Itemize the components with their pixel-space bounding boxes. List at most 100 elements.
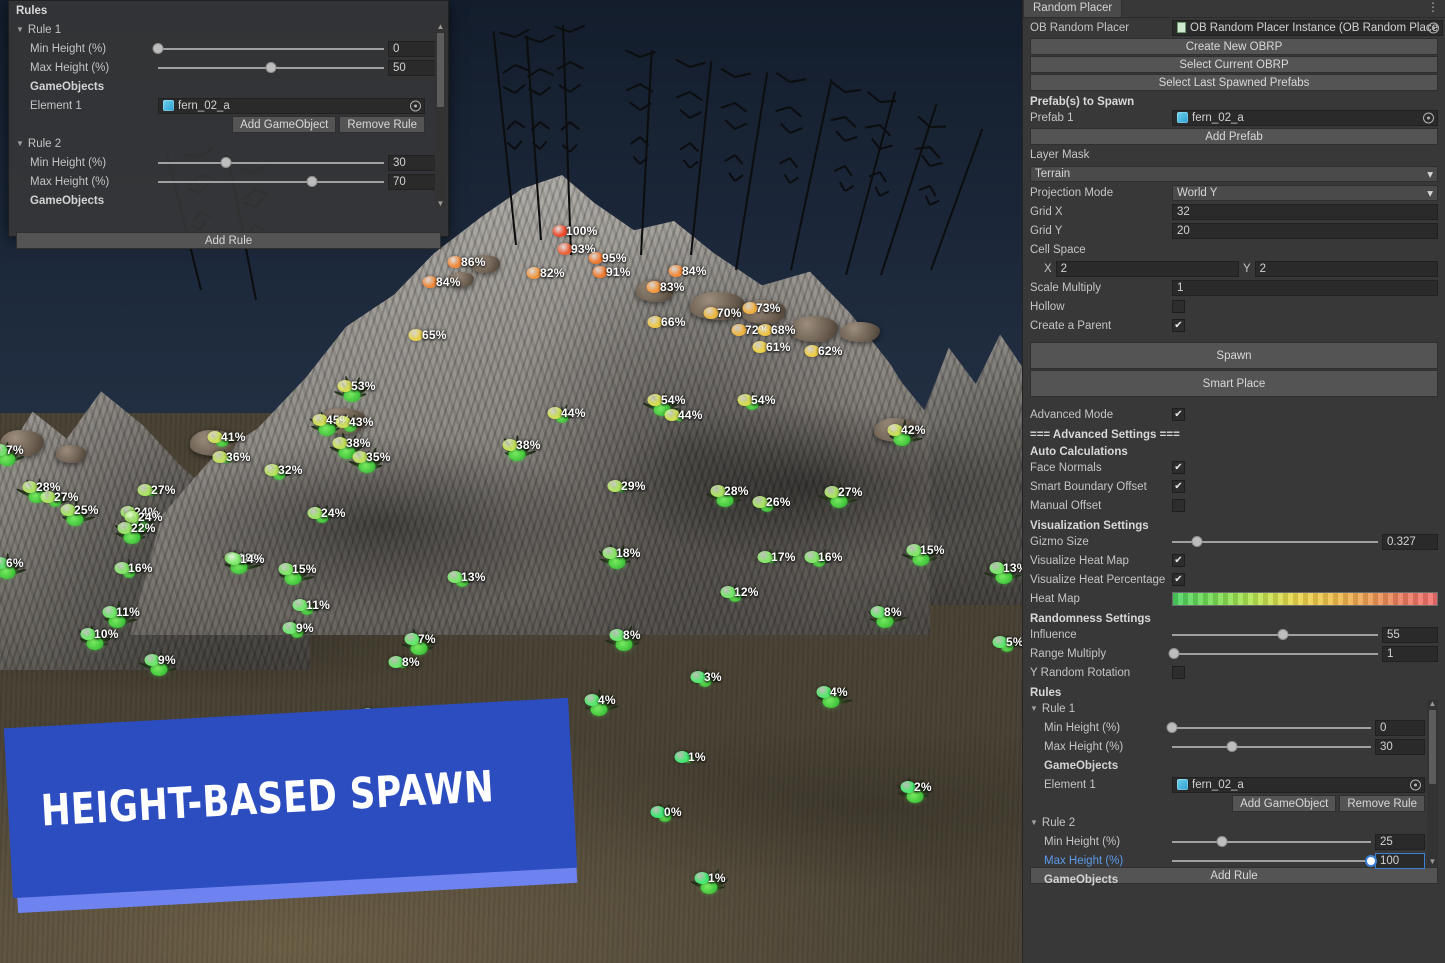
- prefab-1-row[interactable]: Prefab 1 fern_02_a: [1030, 108, 1438, 127]
- create-parent-checkbox[interactable]: ✔: [1172, 319, 1185, 332]
- create-new-obrp-button[interactable]: Create New OBRP: [1030, 38, 1438, 55]
- visualize-heat-percentage-checkbox[interactable]: ✔: [1172, 573, 1185, 586]
- float-rule-1-min-value[interactable]: 0: [388, 41, 441, 57]
- object-picker-icon[interactable]: [1423, 112, 1434, 123]
- scroll-up-arrow[interactable]: ▲: [437, 22, 445, 31]
- float-rule-2-max-slider[interactable]: [158, 174, 384, 190]
- manual-offset-row[interactable]: Manual Offset: [1030, 496, 1438, 515]
- grid-y-input[interactable]: 20: [1172, 223, 1438, 239]
- float-rule-1-element-field[interactable]: fern_02_a: [158, 98, 425, 114]
- ins-rule-2-max-slider[interactable]: [1172, 853, 1371, 869]
- layer-mask-dropdown[interactable]: Terrain ▾: [1030, 166, 1438, 182]
- visualize-heat-map-row[interactable]: Visualize Heat Map ✔: [1030, 551, 1438, 570]
- chevron-down-icon[interactable]: ▼: [16, 139, 24, 148]
- inspector-rules-scrollbar[interactable]: ▲ ▼: [1427, 699, 1438, 866]
- create-parent-row[interactable]: Create a Parent ✔: [1030, 316, 1438, 335]
- select-current-obrp-button[interactable]: Select Current OBRP: [1030, 56, 1438, 73]
- scrollbar-thumb[interactable]: [437, 33, 444, 107]
- add-prefab-button[interactable]: Add Prefab: [1030, 128, 1438, 145]
- float-rule-1-max-slider[interactable]: [158, 60, 384, 76]
- ins-add-gameobject-button[interactable]: Add GameObject: [1232, 795, 1336, 812]
- manual-offset-checkbox[interactable]: [1172, 499, 1185, 512]
- float-rule-1-min-slider[interactable]: [158, 41, 384, 57]
- ins-remove-rule-button[interactable]: Remove Rule: [1339, 795, 1425, 812]
- cell-space-row[interactable]: X 2 Y 2: [1030, 259, 1438, 278]
- hollow-checkbox[interactable]: [1172, 300, 1185, 313]
- float-rule-2-max-value[interactable]: 70: [388, 174, 441, 190]
- cell-space-x-input[interactable]: 2: [1056, 261, 1239, 277]
- ins-rule-1-min-slider[interactable]: [1172, 720, 1371, 736]
- prefab-1-field[interactable]: fern_02_a: [1172, 110, 1438, 126]
- scroll-down-arrow[interactable]: ▼: [437, 199, 445, 208]
- ins-rule-1-max-height-row[interactable]: Max Height (%) 30: [1030, 737, 1438, 756]
- range-multiply-row[interactable]: Range Multiply 1: [1030, 644, 1438, 663]
- chevron-down-icon[interactable]: ▼: [1030, 818, 1038, 827]
- influence-value[interactable]: 55: [1382, 627, 1438, 643]
- float-rule-1-max-value[interactable]: 50: [388, 60, 441, 76]
- slider-knob[interactable]: [1167, 722, 1178, 733]
- ins-rule-2-min-height-row[interactable]: Min Height (%) 25: [1030, 832, 1438, 851]
- smart-place-button[interactable]: Smart Place: [1030, 370, 1438, 397]
- heat-map-gradient[interactable]: [1172, 592, 1438, 606]
- slider-knob[interactable]: [306, 176, 317, 187]
- floating-rules-panel[interactable]: Rules ▲ ▼ ▼ Rule 1 Min Height (%): [8, 0, 449, 237]
- slider-knob[interactable]: [266, 62, 277, 73]
- range-multiply-slider[interactable]: [1172, 646, 1378, 662]
- float-rule-1-min-height-row[interactable]: Min Height (%) 0: [16, 39, 441, 58]
- slider-knob[interactable]: [1226, 741, 1237, 752]
- rules-scrollbar[interactable]: ▲ ▼: [435, 22, 446, 208]
- grid-y-row[interactable]: Grid Y 20: [1030, 221, 1438, 240]
- float-rule-2-foldout[interactable]: ▼ Rule 2: [16, 134, 441, 153]
- slider-knob[interactable]: [1191, 536, 1202, 547]
- grid-x-input[interactable]: 32: [1172, 204, 1438, 220]
- slider-knob[interactable]: [220, 157, 231, 168]
- projection-mode-dropdown[interactable]: World Y ▾: [1172, 185, 1438, 201]
- slider-knob[interactable]: [1278, 629, 1289, 640]
- ins-rule-1-min-value[interactable]: 0: [1375, 720, 1425, 736]
- visualize-heat-map-checkbox[interactable]: ✔: [1172, 554, 1185, 567]
- object-picker-icon[interactable]: [1410, 779, 1421, 790]
- float-rule-2-min-slider[interactable]: [158, 155, 384, 171]
- float-rule-2-min-value[interactable]: 30: [388, 155, 441, 171]
- inspector-panel[interactable]: Random Placer ⋮ OB Random Placer OB Rand…: [1022, 0, 1445, 963]
- gizmo-size-row[interactable]: Gizmo Size 0.327: [1030, 532, 1438, 551]
- gizmo-size-value[interactable]: 0.327: [1382, 534, 1438, 550]
- ins-rule-2-max-height-row[interactable]: Max Height (%) 100: [1030, 851, 1438, 870]
- advanced-mode-row[interactable]: Advanced Mode ✔: [1030, 405, 1438, 424]
- advanced-mode-checkbox[interactable]: ✔: [1172, 408, 1185, 421]
- smart-boundary-offset-checkbox[interactable]: ✔: [1172, 480, 1185, 493]
- spawn-button[interactable]: Spawn: [1030, 342, 1438, 369]
- slider-knob[interactable]: [1365, 855, 1377, 867]
- scroll-down-arrow[interactable]: ▼: [1429, 857, 1437, 866]
- ins-rule-2-min-slider[interactable]: [1172, 834, 1371, 850]
- ins-rule-1-element-row[interactable]: Element 1 fern_02_a: [1030, 775, 1438, 794]
- cell-space-y-input[interactable]: 2: [1255, 261, 1438, 277]
- face-normals-row[interactable]: Face Normals ✔: [1030, 458, 1438, 477]
- ins-rule-1-max-value[interactable]: 30: [1375, 739, 1425, 755]
- ins-rule-2-min-value[interactable]: 25: [1375, 834, 1425, 850]
- influence-row[interactable]: Influence 55: [1030, 625, 1438, 644]
- object-picker-icon[interactable]: [1428, 22, 1439, 33]
- float-rule-2-max-height-row[interactable]: Max Height (%) 70: [16, 172, 441, 191]
- object-picker-icon[interactable]: [410, 100, 421, 111]
- influence-slider[interactable]: [1172, 627, 1378, 643]
- heat-map-row[interactable]: Heat Map: [1030, 589, 1438, 608]
- ins-rule-2-max-value[interactable]: 100: [1375, 853, 1425, 869]
- grid-x-row[interactable]: Grid X 32: [1030, 202, 1438, 221]
- float-rule-1-element-row[interactable]: Element 1 fern_02_a: [16, 96, 441, 115]
- scale-multiply-input[interactable]: 1: [1172, 280, 1438, 296]
- tab-random-placer[interactable]: Random Placer: [1023, 0, 1122, 17]
- range-multiply-value[interactable]: 1: [1382, 646, 1438, 662]
- ins-rule-1-element-field[interactable]: fern_02_a: [1172, 777, 1425, 793]
- slider-knob[interactable]: [1216, 836, 1227, 847]
- float-rule-1-max-height-row[interactable]: Max Height (%) 50: [16, 58, 441, 77]
- ob-random-placer-field[interactable]: OB Random Placer Instance (OB Random Pla…: [1172, 20, 1443, 36]
- chevron-down-icon[interactable]: ▼: [1030, 704, 1038, 713]
- gizmo-size-slider[interactable]: [1172, 534, 1378, 550]
- scrollbar-thumb[interactable]: [1429, 710, 1436, 784]
- smart-boundary-offset-row[interactable]: Smart Boundary Offset ✔: [1030, 477, 1438, 496]
- ob-random-placer-row[interactable]: OB Random Placer OB Random Placer Instan…: [1030, 18, 1438, 37]
- ins-rule-1-max-slider[interactable]: [1172, 739, 1371, 755]
- visualize-heat-percentage-row[interactable]: Visualize Heat Percentage ✔: [1030, 570, 1438, 589]
- scale-multiply-row[interactable]: Scale Multiply 1: [1030, 278, 1438, 297]
